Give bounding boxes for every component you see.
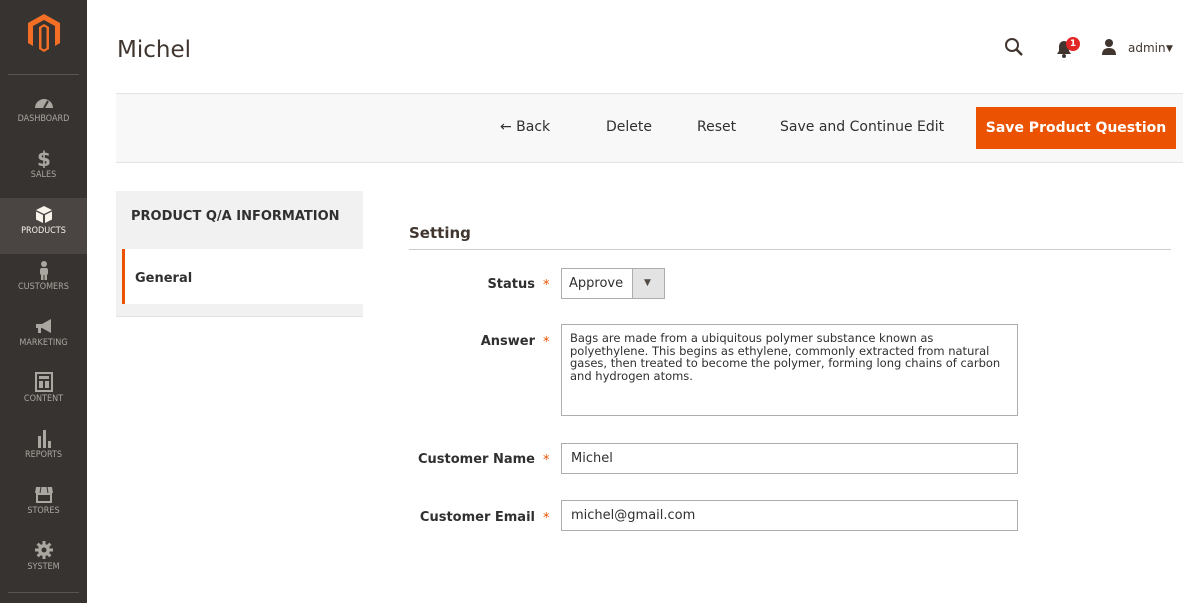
bar-chart-icon	[37, 430, 51, 448]
storefront-icon	[34, 486, 53, 503]
menu-item-label: CUSTOMERS	[18, 282, 69, 292]
menu-item-dashboard[interactable]: DASHBOARD	[0, 86, 87, 142]
required-mark: *	[543, 278, 550, 293]
svg-text:$: $	[37, 148, 51, 168]
menu-item-marketing[interactable]: MARKETING	[0, 310, 87, 366]
admin-menu: DASHBOARD $ SALES PRODUCTS CUSTOMERS MAR…	[0, 0, 87, 603]
menu-item-label: PRODUCTS	[21, 226, 66, 236]
box-icon	[35, 206, 52, 223]
answer-textarea[interactable]: Bags are made from a ubiquitous polymer …	[561, 324, 1018, 416]
customer-email-label: Customer Email	[419, 510, 535, 525]
dashboard-icon	[34, 99, 53, 109]
magento-logo-icon[interactable]	[28, 14, 60, 52]
answer-label: Answer	[480, 334, 535, 349]
required-mark: *	[543, 453, 550, 468]
menu-divider	[8, 74, 79, 75]
delete-button[interactable]: Delete	[606, 119, 652, 135]
page-title: Michel	[117, 37, 191, 63]
menu-item-system[interactable]: SYSTEM	[0, 534, 87, 590]
menu-item-label: MARKETING	[19, 338, 68, 348]
status-select-value[interactable]: Approve	[569, 276, 623, 291]
menu-item-content[interactable]: CONTENT	[0, 366, 87, 422]
status-label: Status	[487, 277, 535, 292]
menu-item-sales[interactable]: $ SALES	[0, 142, 87, 198]
menu-item-reports[interactable]: REPORTS	[0, 422, 87, 478]
save-and-continue-button[interactable]: Save and Continue Edit	[780, 119, 944, 135]
menu-item-label: SALES	[30, 170, 57, 180]
back-button[interactable]: ← Back	[500, 119, 550, 135]
notification-count-badge: 1	[1066, 37, 1080, 51]
menu-divider	[8, 592, 79, 593]
person-icon	[39, 261, 48, 280]
required-mark: *	[543, 335, 550, 350]
menu-item-products[interactable]: PRODUCTS	[0, 198, 87, 254]
gear-icon	[34, 541, 53, 559]
menu-item-label: CONTENT	[23, 394, 64, 404]
menu-item-label: STORES	[27, 506, 60, 516]
user-menu[interactable]: admin	[1128, 41, 1166, 55]
menu-item-stores[interactable]: STORES	[0, 478, 87, 534]
user-icon[interactable]	[1101, 38, 1117, 56]
chevron-down-icon[interactable]: ▼	[644, 278, 651, 288]
customer-email-input[interactable]: michel@gmail.com	[561, 500, 1018, 531]
menu-item-customers[interactable]: CUSTOMERS	[0, 254, 87, 310]
required-mark: *	[543, 511, 550, 526]
search-icon[interactable]	[1004, 37, 1024, 57]
tabs-title: PRODUCT Q/A INFORMATION	[131, 209, 340, 224]
menu-item-label: DASHBOARD	[17, 114, 70, 124]
fieldset-title: Setting	[409, 224, 471, 242]
customer-name-input[interactable]: Michel	[561, 443, 1018, 474]
megaphone-icon	[35, 319, 51, 333]
reset-button[interactable]: Reset	[697, 119, 736, 135]
menu-item-label: SYSTEM	[27, 562, 60, 572]
tab-general-label[interactable]: General	[135, 271, 192, 286]
chevron-down-icon[interactable]: ▼	[1166, 44, 1173, 54]
customer-name-label: Customer Name	[418, 452, 535, 467]
save-product-question-button[interactable]: Save Product Question	[976, 107, 1176, 149]
fieldset-divider	[409, 249, 1171, 250]
layout-icon	[34, 372, 53, 392]
dollar-icon: $	[37, 148, 51, 168]
menu-item-label: REPORTS	[24, 450, 63, 460]
